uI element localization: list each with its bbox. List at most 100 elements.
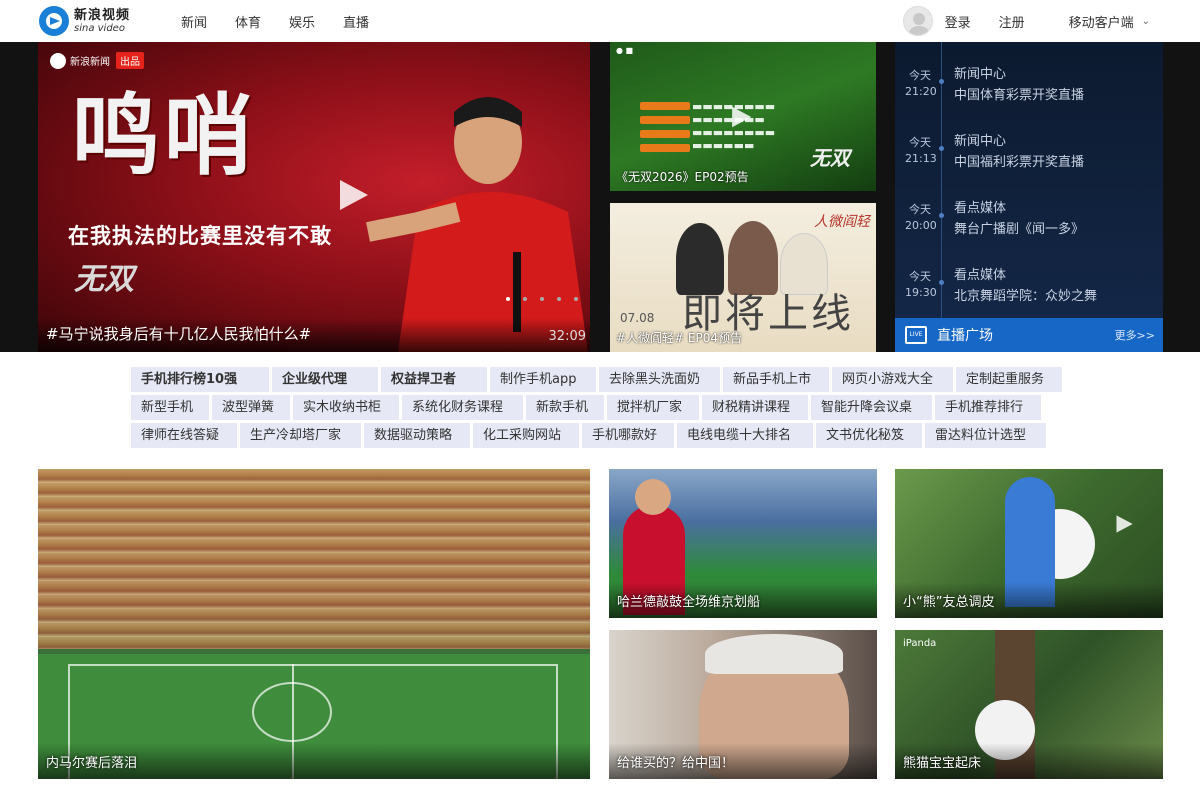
keyword-link[interactable]: 化工采购网站 (473, 423, 579, 448)
play-button[interactable] (334, 176, 372, 214)
register-link[interactable]: 注册 (999, 12, 1025, 31)
video-title[interactable]: 哈兰德敲鼓全场维京划船 (617, 591, 760, 610)
carousel-dot[interactable] (557, 297, 561, 301)
keyword-link[interactable]: 权益捍卫者 (381, 367, 487, 392)
live-program[interactable]: 中国福利彩票开奖直播 (954, 151, 1084, 170)
live-day: 今天 (909, 69, 931, 82)
live-time: 21:13 (905, 152, 937, 165)
play-button[interactable] (728, 104, 754, 130)
featured-show-logo: 无双 (74, 262, 134, 297)
side-video-title[interactable]: #人微阎轻# EP04预告 (616, 329, 742, 346)
timeline-dot (939, 79, 944, 84)
keyword-link[interactable]: 文书优化秘笈 (816, 423, 922, 448)
live-item[interactable]: 今天 20:00 看点媒体 舞台广播剧《闻一多》 (895, 190, 1163, 256)
grid-video[interactable]: iPanda 熊猫宝宝起床 (895, 630, 1163, 779)
avatar[interactable] (902, 6, 933, 36)
live-channel: 新闻中心 (954, 67, 1007, 82)
show-logo: 无双 (810, 146, 850, 170)
keyword-link[interactable]: 系统化财务课程 (402, 395, 523, 420)
keyword-link[interactable]: 数据驱动策略 (364, 423, 470, 448)
grid-video[interactable]: 给谁买的？给中国！ (609, 630, 877, 779)
keyword-link[interactable]: 新款手机 (526, 395, 604, 420)
keyword-link[interactable]: 新品手机上市 (723, 367, 829, 392)
play-icon (340, 180, 368, 210)
keyword-link[interactable]: 企业级代理 (272, 367, 378, 392)
nav-item-sports[interactable]: 体育 (235, 12, 261, 31)
keyword-link[interactable]: 网页小游戏大全 (832, 367, 953, 392)
keyword-row: 新型手机 波型弹簧 实木收纳书柜 系统化财务课程 新款手机 搅拌机厂家 财税精讲… (131, 395, 1071, 420)
live-program[interactable]: 舞台广播剧《闻一多》 (954, 218, 1084, 237)
keyword-link[interactable]: 智能升降会议桌 (811, 395, 932, 420)
live-item[interactable]: 今天 21:13 新闻中心 中国福利彩票开奖直播 (895, 123, 1163, 189)
video-title[interactable]: 内马尔赛后落泪 (46, 752, 137, 771)
video-title[interactable]: 给谁买的？给中国！ (617, 752, 734, 771)
keyword-link[interactable]: 新型手机 (131, 395, 209, 420)
keyword-link[interactable]: 定制起重服务 (956, 367, 1062, 392)
play-icon (1116, 515, 1133, 533)
nav-item-news[interactable]: 新闻 (181, 12, 207, 31)
video-source-logo: 新浪新闻 出品 (50, 52, 144, 69)
mobile-client-menu[interactable]: 移动客户端 ⌄ (1069, 12, 1150, 31)
carousel-dot[interactable] (523, 297, 527, 301)
chevron-down-icon: ⌄ (1141, 15, 1150, 27)
live-item[interactable]: 今天 19:30 看点媒体 北京舞蹈学院：众妙之舞 (895, 257, 1163, 323)
sina-news-logo-icon: ● ■ (616, 46, 634, 55)
site-logo[interactable]: 新浪视频 sina video (38, 3, 138, 39)
live-day: 今天 (909, 136, 931, 149)
user-avatar-icon (908, 13, 929, 35)
featured-headline: 鸣哨 (72, 84, 257, 187)
featured-video-title[interactable]: #马宁说我身后有十几亿人民我怕什么# (46, 323, 311, 344)
live-square-link[interactable]: LIVE 直播广场 更多>> (895, 318, 1163, 352)
nav-item-entertainment[interactable]: 娱乐 (289, 12, 315, 31)
keyword-link[interactable]: 去除黑头洗面奶 (599, 367, 720, 392)
main-nav: 新闻 体育 娱乐 直播 (181, 0, 397, 42)
nav-item-live[interactable]: 直播 (343, 12, 369, 31)
live-time: 21:20 (905, 85, 937, 98)
live-item[interactable]: 今天 21:20 新闻中心 中国体育彩票开奖直播 (895, 56, 1163, 122)
keyword-link[interactable]: 手机哪款好 (582, 423, 674, 448)
keyword-link[interactable]: 电线电缆十大排名 (677, 423, 813, 448)
keyword-link[interactable]: 波型弹簧 (212, 395, 290, 420)
keyword-link[interactable]: 搅拌机厂家 (607, 395, 699, 420)
grid-video[interactable]: 哈兰德敲鼓全场维京划船 (609, 469, 877, 618)
user-area: 登录 注册 移动客户端 ⌄ (902, 0, 1150, 42)
carousel-dot[interactable] (506, 297, 510, 301)
grid-video-main[interactable]: 内马尔赛后落泪 (38, 469, 590, 779)
ipanda-logo: iPanda (903, 638, 937, 649)
featured-video[interactable]: 新浪新闻 出品 鸣哨 在我执法的比赛里没有不敢 无双 #马宁说我身后有十几亿人民… (38, 42, 590, 352)
carousel-dot[interactable] (574, 297, 578, 301)
keyword-link[interactable]: 律师在线答疑 (131, 423, 237, 448)
live-program[interactable]: 中国体育彩票开奖直播 (954, 84, 1084, 103)
keyword-link[interactable]: 制作手机app (490, 367, 596, 392)
keyword-link[interactable]: 手机推荐排行 (935, 395, 1041, 420)
live-square-title: 直播广场 (937, 328, 993, 344)
featured-subheadline: 在我执法的比赛里没有不敢 (68, 224, 332, 248)
keyword-link[interactable]: 雷达料位计选型 (925, 423, 1046, 448)
live-more-link[interactable]: 更多>> (1115, 327, 1155, 343)
keyword-link[interactable]: 实木收纳书柜 (293, 395, 399, 420)
referee-figure (366, 97, 588, 352)
elder-hair (705, 634, 843, 674)
keyword-row: 律师在线答疑 生产冷却塔厂家 数据驱动策略 化工采购网站 手机哪款好 电线电缆十… (131, 423, 1071, 448)
grid-video[interactable]: 小“熊”友总调皮 (895, 469, 1163, 618)
keyword-link[interactable]: 生产冷却塔厂家 (240, 423, 361, 448)
side-video-title[interactable]: 《无双2026》EP02预告 (616, 168, 749, 185)
timeline-dot (939, 213, 944, 218)
video-duration: 32:09 (548, 329, 586, 344)
carousel-dot[interactable] (540, 297, 544, 301)
live-channel: 新闻中心 (954, 134, 1007, 149)
side-video-1[interactable]: ● ■ ▬▬▬▬▬▬▬▬ ▬▬▬▬▬▬▬ ▬▬▬▬▬▬▬▬ ▬▬▬▬▬▬ 无双 《无双… (610, 42, 876, 191)
brand-name-en: sina video (74, 22, 125, 34)
sina-eye-logo-icon (39, 6, 69, 36)
side-video-2[interactable]: 人微阎轻 07.08 即将上线 #人微阎轻# EP04预告 (610, 203, 876, 352)
live-program[interactable]: 北京舞蹈学院：众妙之舞 (954, 285, 1097, 304)
keyword-link[interactable]: 财税精讲课程 (702, 395, 808, 420)
live-day: 今天 (909, 203, 931, 216)
video-title[interactable]: 小“熊”友总调皮 (903, 591, 994, 610)
live-day: 今天 (909, 270, 931, 283)
keyword-link[interactable]: 手机排行榜10强 (131, 367, 269, 392)
video-title[interactable]: 熊猫宝宝起床 (903, 752, 981, 771)
login-link[interactable]: 登录 (945, 12, 971, 31)
play-button[interactable] (1113, 513, 1135, 535)
source-name: 新浪新闻 (70, 57, 110, 68)
